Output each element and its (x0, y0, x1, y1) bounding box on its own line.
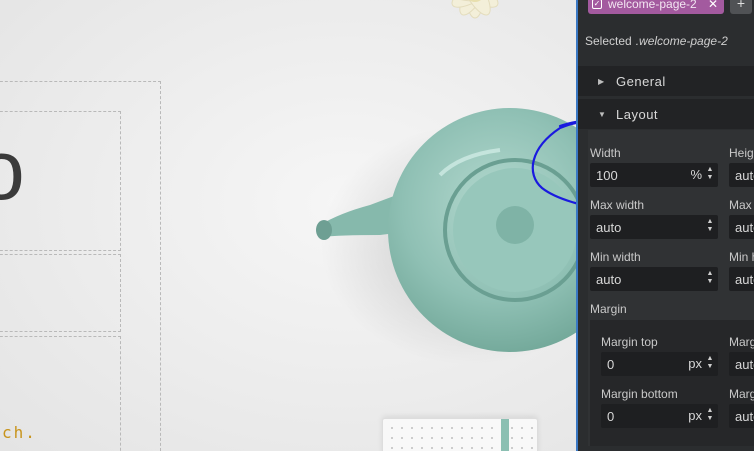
margin-top-unit[interactable]: px (688, 356, 702, 371)
max-height-value: auto (735, 219, 754, 235)
section-general[interactable]: ▶ General (578, 66, 754, 96)
min-height-input[interactable]: auto (729, 267, 754, 291)
height-input[interactable]: auto (729, 163, 754, 187)
margin-right-label: Margin right (729, 335, 754, 349)
width-input[interactable]: 100 % ▲ ▼ (590, 163, 718, 187)
margin-top-input[interactable]: 0 px ▲ ▼ (601, 352, 718, 376)
margin-left-value: auto (735, 408, 754, 424)
annotation-circle (531, 120, 576, 205)
max-width-input[interactable]: auto ▲ ▼ (590, 215, 718, 239)
selector-tag-label: welcome-page-2 (608, 0, 697, 11)
up-down-arrows-icon[interactable]: ▲ ▼ (706, 218, 714, 234)
selected-value: .welcome-page-2 (635, 34, 728, 48)
min-width-value: auto (596, 271, 622, 287)
style-panel: ✓ welcome-page-2 ✕ + Selected .welcome-pa… (576, 0, 754, 451)
min-height-label: Min height (729, 250, 754, 264)
up-down-arrows-icon[interactable]: ▲ ▼ (706, 166, 714, 182)
flower-image (448, 0, 502, 19)
margin-top-label: Margin top (601, 335, 658, 349)
margin-left-input[interactable]: auto (729, 404, 754, 428)
width-unit[interactable]: % (690, 167, 702, 182)
margin-left-label: Margin left (729, 387, 754, 401)
max-width-label: Max width (590, 198, 645, 212)
width-value: 100 (596, 167, 618, 183)
selected-info: Selected .welcome-page-2 (585, 34, 728, 48)
selected-label: Selected (585, 34, 632, 48)
min-height-value: auto (735, 271, 754, 287)
margin-bottom-unit[interactable]: px (688, 408, 702, 423)
section-general-label: General (616, 73, 666, 89)
notebook-image (382, 418, 538, 451)
text-block-outline[interactable] (0, 254, 121, 332)
checkbox-icon[interactable]: ✓ (592, 0, 602, 9)
add-selector-button[interactable]: + (730, 0, 752, 14)
margin-right-value: auto (735, 356, 754, 372)
up-down-arrows-icon[interactable]: ▲ ▼ (706, 270, 714, 286)
max-height-label: Max height (729, 198, 754, 212)
triangle-right-icon: ▶ (598, 76, 605, 86)
min-width-input[interactable]: auto ▲ ▼ (590, 267, 718, 291)
margin-right-input[interactable]: auto (729, 352, 754, 376)
margin-label: Margin (590, 302, 627, 316)
heading-letter: o (0, 123, 25, 217)
selector-tag[interactable]: ✓ welcome-page-2 ✕ (588, 0, 724, 14)
margin-bottom-value: 0 (607, 408, 615, 424)
triangle-down-icon: ▼ (598, 109, 607, 119)
margin-bottom-label: Margin bottom (601, 387, 678, 401)
height-value: auto (735, 167, 754, 183)
max-width-value: auto (596, 219, 622, 235)
margin-top-value: 0 (607, 356, 615, 372)
min-width-label: Min width (590, 250, 641, 264)
height-label: Height (729, 146, 754, 160)
width-label: Width (590, 146, 621, 160)
max-height-input[interactable]: auto (729, 215, 754, 239)
up-down-arrows-icon[interactable]: ▲ ▼ (706, 407, 714, 423)
margin-bottom-input[interactable]: 0 px ▲ ▼ (601, 404, 718, 428)
design-canvas[interactable]: o ch. (0, 0, 576, 451)
accent-text: ch. (2, 423, 37, 442)
close-icon[interactable]: ✕ (708, 0, 718, 11)
up-down-arrows-icon[interactable]: ▲ ▼ (706, 355, 714, 371)
section-layout[interactable]: ▼ Layout (578, 99, 754, 129)
section-layout-label: Layout (616, 106, 659, 122)
